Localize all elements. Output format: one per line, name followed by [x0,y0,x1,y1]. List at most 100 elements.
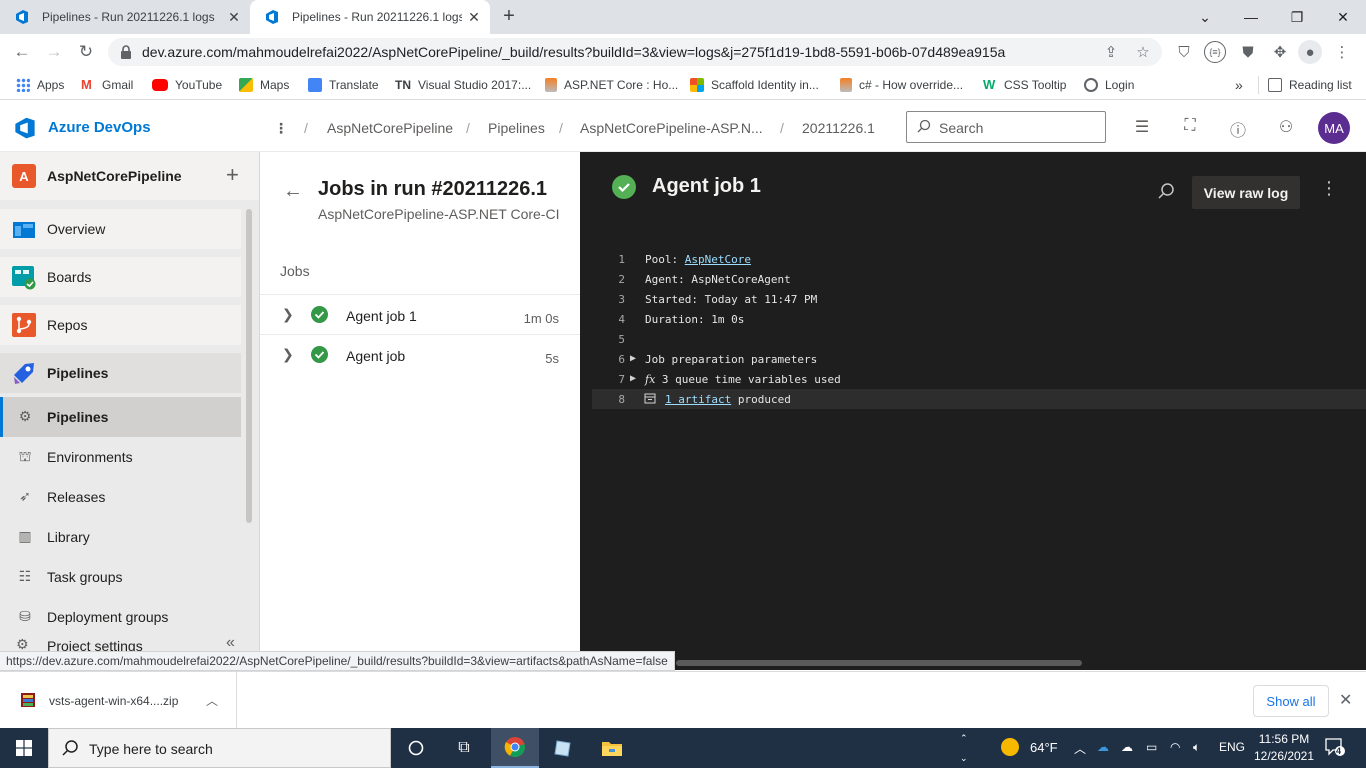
job-row[interactable]: ❯ Agent job 5s [260,334,580,374]
weather-temperature[interactable]: 64°F [1030,740,1058,755]
weather-sun-icon[interactable] [1000,737,1020,760]
minimize-button[interactable]: — [1228,0,1274,34]
taskbar-search-input[interactable]: Type here to search [48,728,391,768]
download-item[interactable]: vsts-agent-win-x64....zip ︿ [0,672,237,728]
back-arrow-icon[interactable]: ← [283,180,303,203]
nav-subitem-deployment-groups[interactable]: ⛁ Deployment groups [0,597,241,637]
breadcrumb-pipelines[interactable]: Pipelines [488,120,545,136]
project-selector[interactable]: A AspNetCorePipeline + [0,152,259,200]
chevron-right-icon[interactable]: ❯ [282,346,294,363]
file-explorer-icon[interactable] [588,728,636,768]
chrome-menu-icon[interactable]: ⋮ [1330,40,1354,64]
privacy-extension-icon[interactable]: ⛊ [1236,40,1260,64]
expand-triangle-icon[interactable]: ▶ [630,353,636,364]
wifi-icon[interactable]: ◠ [1170,740,1180,754]
bookmark-apps[interactable]: Apps [16,76,64,94]
onedrive-cloud-icon[interactable]: ☁ [1097,740,1109,754]
tray-expand-icon[interactable]: ︿ [1074,740,1086,757]
view-raw-log-button[interactable]: View raw log [1192,176,1300,209]
breadcrumb-pipeline-definition[interactable]: AspNetCorePipeline-ASP.N... [580,120,763,136]
bookmark-maps[interactable]: Maps [239,76,289,94]
bookmark-visual-studio[interactable]: TN Visual Studio 2017:... [395,76,531,94]
task-view-icon[interactable]: ⧉ [440,728,488,768]
bookmarks-overflow-icon[interactable]: » [1235,76,1243,94]
add-icon[interactable]: + [226,162,239,188]
taskbar-clock[interactable]: 11:56 PM 12/26/2021 [1252,731,1316,765]
bookmark-login[interactable]: Login [1084,76,1134,94]
new-tab-button[interactable]: + [497,5,521,29]
more-options-icon[interactable]: ⋮ [1320,178,1338,199]
bookmark-scaffold-identity[interactable]: Scaffold Identity in... [690,76,819,94]
collapse-nav-icon[interactable]: « [226,634,235,652]
nav-subitem-library[interactable]: ▥ Library [0,517,241,557]
nav-item-boards[interactable]: Boards [0,257,241,297]
extensions-puzzle-icon[interactable]: ✥ [1268,40,1292,64]
bookmark-translate[interactable]: Translate [308,76,379,94]
shield-extension-icon[interactable]: ⛉ [1172,40,1196,64]
bookmark-css-tooltip[interactable]: W CSS Tooltip [983,76,1066,94]
search-input[interactable]: Search [906,111,1106,143]
artifact-link[interactable]: 1 artifact [665,393,731,406]
avatar[interactable]: MA [1318,112,1350,144]
json-extension-icon[interactable]: {≡} [1204,41,1226,63]
chrome-taskbar-icon[interactable] [491,728,539,768]
search-icon[interactable] [1157,182,1175,205]
marketplace-bag-icon[interactable]: ⛶ [1180,117,1200,137]
settings-list-icon[interactable]: ☰ [1132,117,1152,137]
address-bar[interactable]: dev.azure.com/mahmoudelrefai2022/AspNetC… [108,38,1162,66]
breadcrumb-run[interactable]: 20211226.1 [802,120,875,136]
log-line-expandable[interactable]: 6 ▶ Job preparation parameters [592,349,1366,369]
back-icon[interactable]: ← [10,40,34,64]
more-actions-icon[interactable]: ⋮ [274,120,288,137]
bookmark-csharp-override[interactable]: c# - How override... [840,76,963,94]
nav-item-pipelines[interactable]: Pipelines [0,353,241,393]
bookmark-aspnet-core[interactable]: ASP.NET Core : Ho... [545,76,678,94]
product-title[interactable]: Azure DevOps [48,119,151,136]
log-line-expandable[interactable]: 7 ▶ fx 3 queue time variables used [592,369,1366,389]
reading-list[interactable]: Reading list [1258,76,1352,94]
forward-icon[interactable]: → [42,40,66,64]
nav-subitem-environments[interactable]: ⛫ Environments [0,437,241,477]
taskbar-scroll-icon[interactable]: ⌃ ⌄ [960,728,968,768]
bookmark-gmail[interactable]: M Gmail [81,76,133,94]
project-settings[interactable]: ⚙ Project settings « [0,634,259,652]
job-row[interactable]: ❯ Agent job 1 1m 0s [260,294,580,334]
battery-icon[interactable]: ▭ [1146,740,1157,754]
breadcrumb-project[interactable]: AspNetCorePipeline [327,120,453,136]
profile-icon[interactable]: ● [1298,40,1322,64]
tab-search-icon[interactable]: ⌄ [1182,0,1228,34]
onedrive-personal-cloud-icon[interactable]: ☁ [1121,740,1133,754]
close-icon[interactable]: ✕ [1339,690,1352,710]
bookmark-star-icon[interactable]: ☆ [1134,43,1152,61]
nav-subitem-pipelines[interactable]: ⚙ Pipelines [0,397,241,437]
share-icon[interactable]: ⇪ [1102,43,1120,61]
azure-devops-logo-icon[interactable] [14,117,36,144]
sidebar-scrollbar[interactable] [246,209,252,523]
user-settings-icon[interactable]: ⚇ [1276,117,1296,137]
close-tab-icon[interactable]: ✕ [222,9,246,26]
nav-subitem-task-groups[interactable]: ☷ Task groups [0,557,241,597]
expand-triangle-icon[interactable]: ▶ [630,373,636,384]
browser-tab[interactable]: Pipelines - Run 20211226.1 logs ✕ [0,0,250,34]
cortana-icon[interactable] [392,728,440,768]
nav-subitem-releases[interactable]: ➶ Releases [0,477,241,517]
restore-button[interactable]: ❐ [1274,0,1320,34]
volume-icon[interactable]: 🔈︎ [1193,740,1200,755]
windows-start-icon[interactable] [0,728,48,768]
notification-center-icon[interactable] [1324,737,1346,760]
log-horizontal-scrollbar[interactable] [676,660,1082,666]
browser-tab-active[interactable]: Pipelines - Run 20211226.1 logs ✕ [250,0,490,34]
show-all-downloads-button[interactable]: Show all [1253,685,1329,717]
close-window-button[interactable]: ✕ [1320,0,1366,34]
input-language[interactable]: ENG [1219,740,1245,754]
chevron-right-icon[interactable]: ❯ [282,306,294,323]
reload-icon[interactable]: ↻ [74,40,98,64]
agent-pool-link[interactable]: AspNetCore [685,253,751,266]
bookmark-youtube[interactable]: YouTube [152,76,222,94]
nav-item-repos[interactable]: Repos [0,305,241,345]
close-tab-icon[interactable]: ✕ [462,9,486,26]
help-icon[interactable]: ⓘ [1228,117,1248,140]
nav-item-overview[interactable]: Overview [0,209,241,249]
chevron-up-icon[interactable]: ︿ [206,692,218,709]
notes-app-icon[interactable] [539,728,587,768]
